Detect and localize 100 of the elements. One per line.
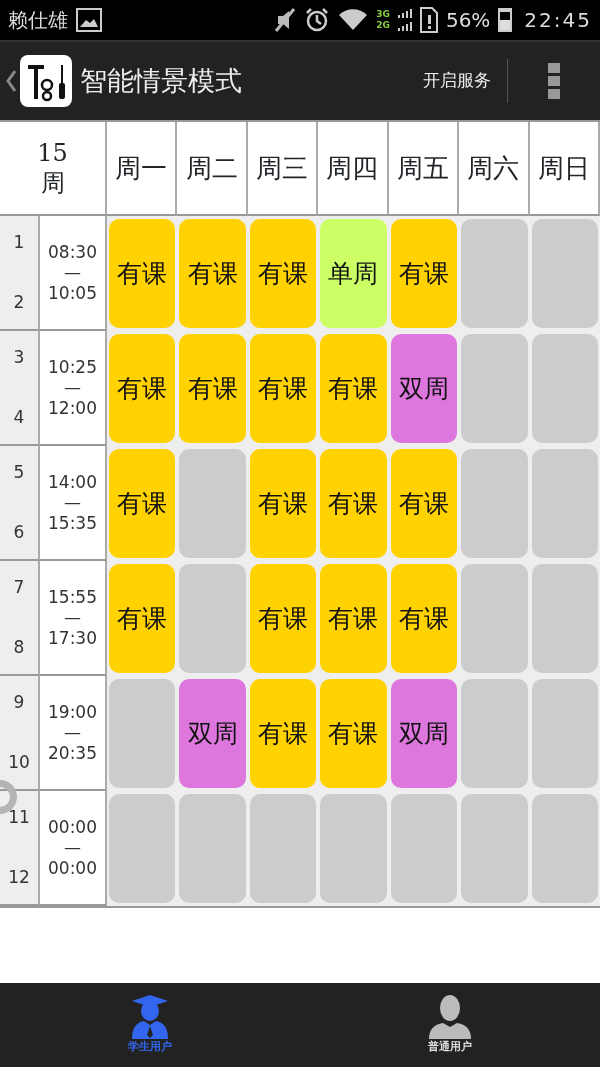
class-slot[interactable]: 双周 [390, 334, 458, 443]
start-time: 14:00 [48, 471, 97, 493]
day-header: 周五 [388, 122, 460, 216]
start-time: 00:00 [48, 816, 97, 838]
end-time: 17:30 [48, 627, 97, 649]
empty-slot[interactable] [461, 679, 528, 788]
empty-slot[interactable] [461, 794, 528, 903]
class-slot[interactable]: 有课 [320, 334, 387, 443]
start-service-button[interactable]: 开启服务 [407, 59, 508, 103]
week-label: 周 [40, 168, 65, 198]
battery-percent: 56% [445, 7, 491, 34]
empty-slot[interactable] [531, 679, 598, 788]
image-icon [76, 8, 102, 32]
period-number: 10 [8, 750, 30, 774]
time-dash: — [64, 722, 81, 743]
signal-icon [397, 9, 412, 31]
start-time: 10:25 [48, 356, 97, 378]
time-dash: — [64, 492, 81, 513]
empty-slot[interactable] [109, 794, 176, 903]
menu-icon[interactable] [548, 63, 560, 99]
week-number: 15 [37, 138, 68, 168]
period-number: 12 [8, 865, 30, 889]
class-slot[interactable]: 有课 [390, 564, 458, 673]
person-icon [429, 994, 471, 1039]
empty-slot[interactable] [531, 334, 598, 443]
empty-slot[interactable] [531, 449, 598, 558]
period-number: 11 [8, 806, 30, 829]
empty-slot[interactable] [531, 564, 598, 673]
class-slot[interactable]: 有课 [320, 564, 387, 673]
network-label: 3G [376, 9, 390, 20]
start-time: 08:30 [48, 241, 97, 263]
empty-slot[interactable] [179, 449, 246, 558]
mute-icon [274, 7, 297, 33]
class-slot[interactable]: 有课 [249, 219, 317, 328]
wifi-icon [338, 8, 369, 32]
period-number: 7 [13, 576, 25, 599]
empty-slot[interactable] [461, 449, 528, 558]
clock-time: 22:45 [524, 7, 592, 34]
start-time: 19:00 [48, 701, 97, 723]
class-slot[interactable]: 有课 [320, 449, 387, 558]
empty-slot[interactable] [179, 794, 246, 903]
class-slot[interactable]: 有课 [109, 449, 176, 558]
battery-icon [498, 8, 513, 32]
class-slot[interactable]: 有课 [109, 564, 176, 673]
class-slot[interactable]: 有课 [179, 219, 246, 328]
sim-alert-icon [419, 7, 438, 33]
empty-slot[interactable] [531, 794, 598, 903]
back-icon[interactable] [6, 70, 16, 92]
period-number: 4 [13, 405, 25, 429]
period-number: 3 [13, 346, 25, 369]
end-time: 00:00 [48, 857, 97, 879]
class-slot[interactable]: 有课 [390, 219, 458, 328]
class-slot[interactable]: 双周 [179, 679, 246, 788]
class-slot[interactable]: 单周 [320, 219, 387, 328]
end-time: 15:35 [48, 512, 97, 534]
nav-tab[interactable]: 普通用户 [422, 993, 478, 1057]
time-dash: — [64, 262, 81, 283]
class-slot[interactable]: 有课 [249, 449, 317, 558]
time-dash: — [64, 377, 81, 398]
day-header: 周三 [247, 122, 319, 216]
end-time: 12:00 [48, 397, 97, 419]
class-slot[interactable]: 有课 [109, 334, 176, 443]
class-slot[interactable]: 有课 [179, 334, 246, 443]
student-icon [131, 994, 169, 1039]
empty-slot[interactable] [249, 794, 317, 903]
empty-slot[interactable] [531, 219, 598, 328]
empty-slot[interactable] [109, 679, 176, 788]
app-logo-icon [20, 55, 72, 107]
day-header: 周四 [318, 122, 389, 216]
empty-slot[interactable] [461, 334, 528, 443]
class-slot[interactable]: 有课 [249, 679, 317, 788]
class-slot[interactable]: 有课 [390, 449, 458, 558]
day-header: 周一 [107, 122, 178, 216]
empty-slot[interactable] [320, 794, 387, 903]
period-number: 5 [13, 461, 25, 484]
empty-slot[interactable] [461, 219, 528, 328]
empty-slot[interactable] [461, 564, 528, 673]
network-label: 2G [376, 20, 390, 31]
app-title: 智能情景模式 [80, 63, 242, 98]
period-number: 9 [13, 691, 25, 714]
period-number: 6 [13, 520, 25, 544]
class-slot[interactable]: 有课 [249, 564, 317, 673]
day-header: 周日 [529, 122, 600, 216]
period-number: 1 [13, 231, 25, 254]
user-name: 赖仕雄 [8, 7, 68, 34]
class-slot[interactable]: 双周 [390, 679, 458, 788]
time-dash: — [64, 837, 81, 858]
end-time: 20:35 [48, 742, 97, 764]
period-number: 2 [13, 290, 25, 314]
class-slot[interactable]: 有课 [249, 334, 317, 443]
day-header: 周二 [177, 122, 248, 216]
class-slot[interactable]: 有课 [320, 679, 387, 788]
end-time: 10:05 [48, 282, 97, 304]
period-number: 8 [13, 635, 25, 659]
empty-slot[interactable] [179, 564, 246, 673]
class-slot[interactable]: 有课 [109, 219, 176, 328]
empty-slot[interactable] [390, 794, 458, 903]
start-time: 15:55 [48, 586, 97, 608]
time-dash: — [64, 607, 81, 628]
day-header: 周六 [459, 122, 530, 216]
